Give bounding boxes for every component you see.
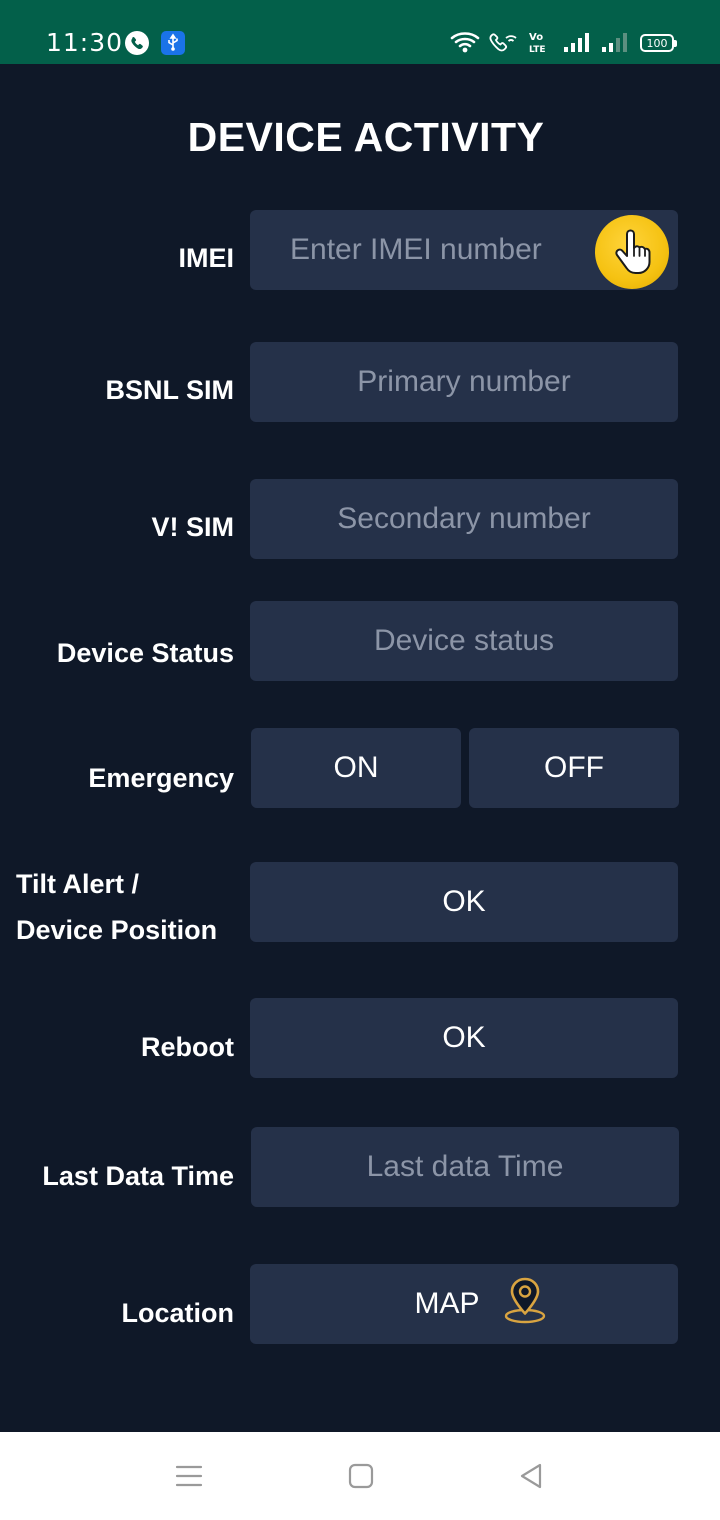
hand-pointer-icon (615, 229, 651, 274)
call-icon (124, 30, 150, 61)
reboot-label: Reboot (141, 1032, 234, 1062)
battery-indicator: 100 (640, 34, 677, 52)
tap-hint-icon[interactable] (595, 215, 669, 289)
imei-label: IMEI (178, 243, 234, 273)
back-icon[interactable] (517, 1462, 545, 1495)
map-button-label: MAP (414, 1287, 480, 1320)
tilt-alert-label-line2: Device Position (16, 915, 218, 945)
page-title: DEVICE ACTIVITY (187, 114, 545, 160)
wifi-call-icon (488, 30, 518, 59)
last-data-time-label: Last Data Time (42, 1161, 234, 1191)
vi-sim-label: V! SIM (151, 512, 234, 542)
primary-number-input[interactable]: Primary number (250, 342, 678, 422)
tilt-alert-label: Tilt Alert / Device Position (16, 860, 217, 954)
menu-icon[interactable] (175, 1462, 203, 1495)
tilt-alert-label-line1: Tilt Alert / (16, 869, 140, 899)
map-button[interactable]: MAP (250, 1264, 678, 1344)
emergency-label: Emergency (88, 763, 234, 793)
last-data-time-field: Last data Time (251, 1127, 679, 1207)
home-icon[interactable] (347, 1462, 375, 1495)
reboot-ok-button[interactable]: OK (250, 998, 678, 1078)
device-status-field: Device status (250, 601, 678, 681)
svg-text:LTE: LTE (529, 45, 546, 54)
bsnl-sim-label: BSNL SIM (105, 375, 234, 405)
secondary-number-input[interactable]: Secondary number (250, 479, 678, 559)
signal-icon (600, 30, 630, 59)
tilt-ok-button[interactable]: OK (250, 862, 678, 942)
status-bar: 11:30 Vo LTE 100 (0, 0, 720, 64)
wifi-icon (450, 30, 480, 59)
navigation-bar (0, 1432, 720, 1520)
usb-icon (160, 30, 186, 61)
emergency-on-button[interactable]: ON (251, 728, 461, 808)
map-pin-icon (502, 1275, 548, 1333)
device-status-label: Device Status (56, 638, 234, 668)
status-time: 11:30 (46, 28, 124, 57)
emergency-off-button[interactable]: OFF (469, 728, 679, 808)
signal-icon (562, 30, 592, 59)
volte-icon: Vo LTE (528, 30, 554, 59)
location-label: Location (121, 1298, 235, 1328)
svg-text:Vo: Vo (529, 32, 543, 43)
